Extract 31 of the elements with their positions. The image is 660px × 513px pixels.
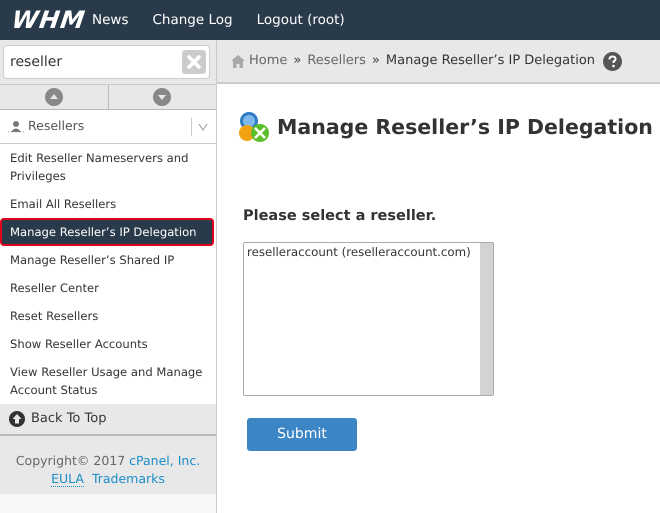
breadcrumb-link[interactable]: Home [249,51,288,71]
list-option[interactable]: reselleraccount (reselleraccount.com) [247,244,477,262]
menu-item[interactable]: Reset Resellers [0,302,216,330]
nav-link[interactable]: Change Log [152,10,233,30]
breadcrumb-current: Manage Reseller’s IP Delegation [386,52,596,70]
breadcrumb-separator: » [372,52,380,70]
clear-button[interactable] [182,50,206,74]
page-title: Manage Reseller’s IP Delegation [277,114,653,140]
reseller-list[interactable]: reselleraccount (reselleraccount.com) [243,242,494,396]
user-icon [8,120,24,134]
back-to-top-link[interactable]: Back To Top [0,404,216,436]
copyright-text: Copyright© 2017 [16,453,126,468]
home-icon [231,54,245,68]
menu-item[interactable]: Show Reseller Accounts [0,330,216,358]
caret-icon[interactable] [198,122,208,130]
help-icon[interactable] [603,52,622,70]
menu-item[interactable]: Reseller Center [0,274,216,302]
nav-link[interactable]: News [92,10,128,30]
breadcrumb-link[interactable]: Resellers [307,51,366,71]
menu-item[interactable]: Email All Resellers [0,190,216,218]
close-icon [187,55,201,69]
search-field[interactable]: reseller [3,45,210,79]
menu-item[interactable]: Edit Reseller Nameservers and Privileges [0,144,216,190]
menu-item[interactable]: View Reseller Usage and Manage Account Status [0,358,216,404]
prompt-text: Please select a reseller. [243,207,438,226]
submit-button[interactable]: Submit [247,418,357,451]
nav-link[interactable]: Logout (root) [256,10,345,30]
menu-item[interactable]: Manage Reseller’s IP Delegation [0,218,214,246]
breadcrumb-separator: » [293,52,302,70]
menu-item[interactable]: Manage Reseller’s Shared IP [0,246,216,274]
ip-delegation-icon [237,110,271,144]
